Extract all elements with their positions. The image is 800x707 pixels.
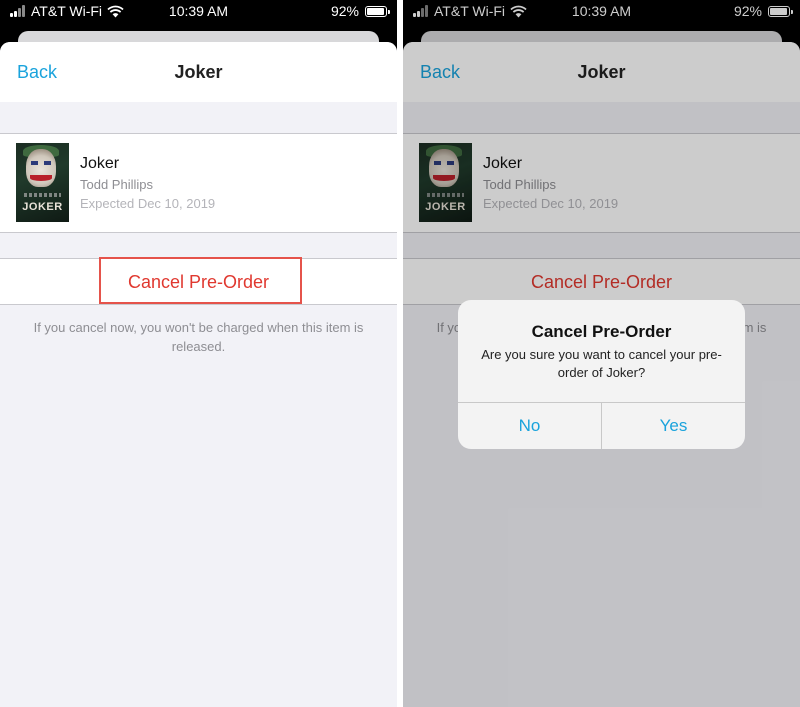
preorder-item-row: JOKER Joker Todd Phillips Expected Dec 1… <box>0 133 397 233</box>
status-bar: AT&T Wi-Fi 10:39 AM 92% <box>0 0 397 24</box>
page-title: Joker <box>174 62 223 82</box>
item-author: Todd Phillips <box>80 177 153 192</box>
battery-icon <box>365 5 390 17</box>
expected-date: Expected Dec 10, 2019 <box>80 196 216 211</box>
navigation-bar: Back Joker <box>0 42 397 102</box>
item-title: Joker <box>80 155 120 172</box>
cancel-note: If you cancel now, you won't be charged … <box>33 320 364 354</box>
yes-button[interactable]: Yes <box>602 403 745 449</box>
screenshot-after: AT&T Wi-Fi 10:39 AM 92% Back Joker JOKER… <box>403 0 800 707</box>
poster-title: JOKER <box>22 201 63 213</box>
alert-message: Are you sure you want to cancel your pre… <box>481 347 722 380</box>
screenshot-before: AT&T Wi-Fi 10:39 AM 92% Back Joker JOKER… <box>0 0 397 707</box>
highlight-box <box>99 257 302 304</box>
no-button[interactable]: No <box>458 403 601 449</box>
preorder-sheet: Back Joker JOKER Joker Todd Phillips Exp… <box>0 42 397 707</box>
alert-title: Cancel Pre-Order <box>531 322 672 341</box>
confirm-alert: Cancel Pre-Order Are you sure you want t… <box>458 300 745 449</box>
movie-poster: JOKER <box>16 143 69 222</box>
battery-percent: 92% <box>330 3 359 19</box>
